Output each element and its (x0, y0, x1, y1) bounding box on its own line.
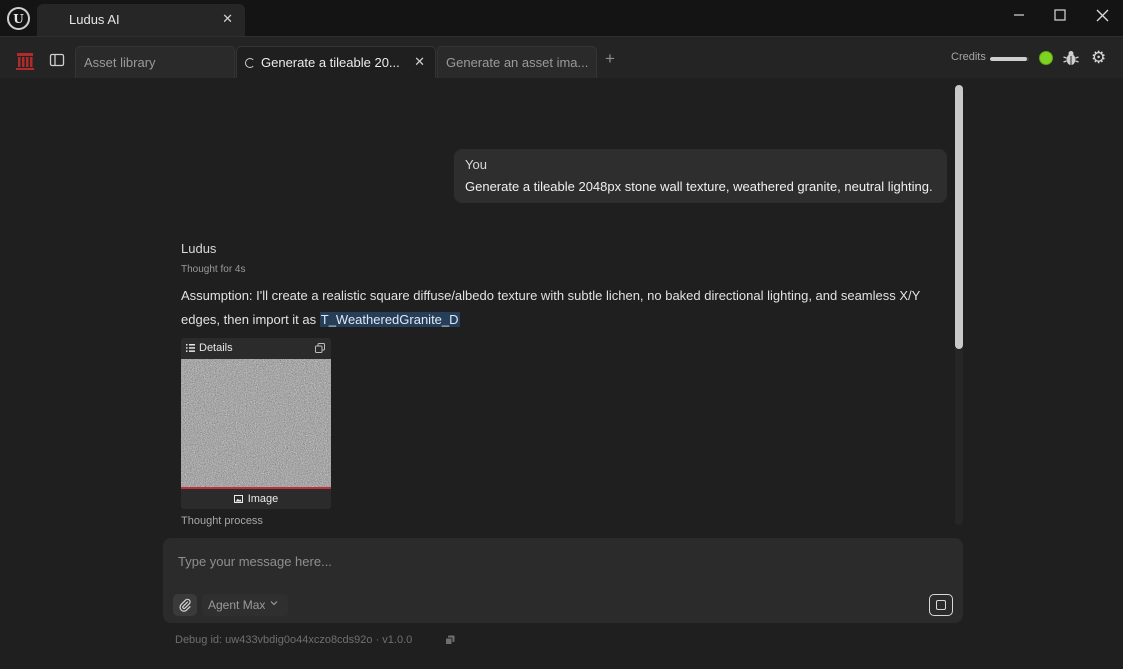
credits-label: Credits (951, 51, 986, 63)
image-label: Image (247, 493, 279, 505)
attach-button[interactable] (173, 594, 197, 616)
agent-mode-select[interactable]: Agent Max (202, 594, 288, 616)
thought-duration[interactable]: Thought for 4s (181, 264, 245, 275)
bug-report-icon[interactable] (1062, 49, 1080, 67)
tab-toolbar: Asset library Generate a tileable 20... … (0, 36, 1123, 78)
credits-bar-fill (990, 57, 1028, 61)
message-composer: Agent Max (163, 538, 963, 623)
paperclip-icon (179, 598, 191, 612)
loading-spinner-icon (245, 58, 255, 68)
agent-mode-label: Agent Max (208, 598, 266, 612)
new-tab-button[interactable]: + (605, 50, 615, 67)
window-tab-title: Ludus AI (69, 12, 120, 27)
copy-debug-icon[interactable] (445, 635, 455, 645)
user-author: You (465, 157, 487, 172)
chat-scrollbar[interactable] (955, 85, 963, 525)
thought-process-toggle[interactable]: Thought process (181, 515, 263, 527)
details-header: Details (181, 338, 331, 359)
image-icon (233, 495, 243, 503)
title-bar: U Ludus AI ✕ (0, 0, 1123, 36)
debug-info: Debug id: uw433vbdig0o44xczo8cds92o · v1… (175, 634, 413, 646)
tab-close-button[interactable]: ✕ (414, 54, 425, 70)
settings-gear-icon[interactable]: ⚙ (1091, 49, 1107, 67)
assistant-text-body: Assumption: I'll create a realistic squa… (181, 288, 921, 327)
scrollbar-thumb[interactable] (955, 85, 963, 349)
list-icon (186, 344, 195, 352)
assistant-message-text: Assumption: I'll create a realistic squa… (181, 284, 941, 332)
chevron-down-icon (270, 601, 278, 606)
image-footer[interactable]: Image (181, 489, 331, 509)
connection-status-icon (1039, 51, 1053, 65)
sidebar-toggle-icon[interactable] (49, 52, 65, 68)
details-label: Details (199, 342, 233, 354)
unreal-logo-icon: U (7, 7, 30, 30)
tab-generate-asset-image[interactable]: Generate an asset ima... (437, 46, 597, 78)
copy-icon[interactable] (315, 343, 325, 353)
close-icon[interactable] (1089, 5, 1115, 25)
message-input[interactable] (178, 554, 918, 569)
minimize-icon[interactable] (1006, 5, 1032, 25)
tab-label: Generate a tileable 20... (261, 55, 400, 70)
tab-label: Asset library (84, 55, 156, 70)
asset-name-reference[interactable]: T_WeatheredGranite_D (319, 312, 460, 327)
ludus-logo-icon[interactable] (15, 51, 35, 71)
window-tab-close-button[interactable]: ✕ (222, 11, 233, 27)
image-details-card[interactable]: Details Image (181, 338, 331, 509)
maximize-icon[interactable] (1047, 5, 1073, 25)
user-message-text: Generate a tileable 2048px stone wall te… (465, 179, 933, 194)
user-message: You Generate a tileable 2048px stone wal… (454, 149, 947, 203)
stop-generation-button[interactable] (929, 594, 953, 616)
assistant-author: Ludus (181, 241, 217, 256)
stop-icon (936, 600, 946, 610)
credits-bar (990, 57, 1029, 61)
tab-label: Generate an asset ima... (446, 55, 589, 70)
granite-texture-preview[interactable] (181, 359, 331, 488)
window-tab[interactable]: Ludus AI ✕ (37, 4, 245, 36)
tab-generate-texture[interactable]: Generate a tileable 20... ✕ (236, 46, 436, 78)
tab-asset-library[interactable]: Asset library (75, 46, 235, 78)
